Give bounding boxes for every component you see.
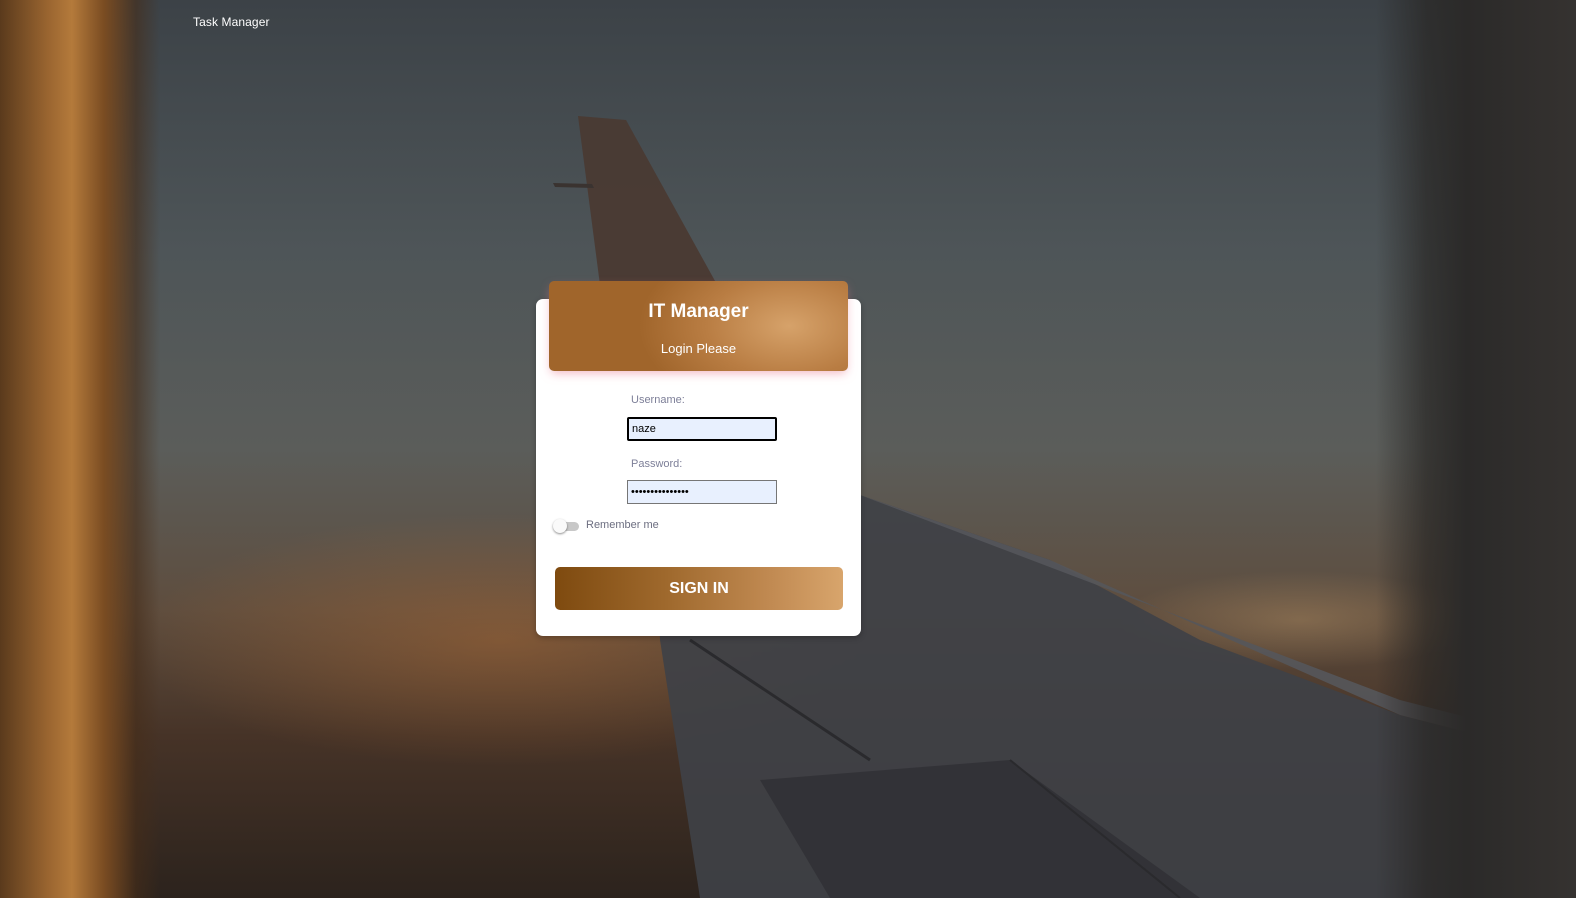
window-frame-left bbox=[0, 0, 160, 898]
username-input[interactable] bbox=[627, 417, 777, 441]
window-frame-right bbox=[1376, 0, 1576, 898]
remember-me-label[interactable]: Remember me bbox=[586, 519, 659, 531]
remember-me-toggle[interactable] bbox=[553, 519, 579, 533]
sign-in-button[interactable]: SIGN IN bbox=[555, 567, 843, 610]
login-subtitle: Login Please bbox=[660, 341, 737, 356]
username-label: Username: bbox=[631, 394, 685, 406]
login-title: IT Manager bbox=[648, 301, 749, 322]
brand-title[interactable]: Task Manager bbox=[193, 15, 270, 29]
toggle-thumb bbox=[553, 519, 567, 533]
password-input[interactable] bbox=[627, 480, 777, 504]
login-card-header: IT Manager Login Please bbox=[549, 281, 848, 371]
password-label: Password: bbox=[631, 458, 683, 470]
